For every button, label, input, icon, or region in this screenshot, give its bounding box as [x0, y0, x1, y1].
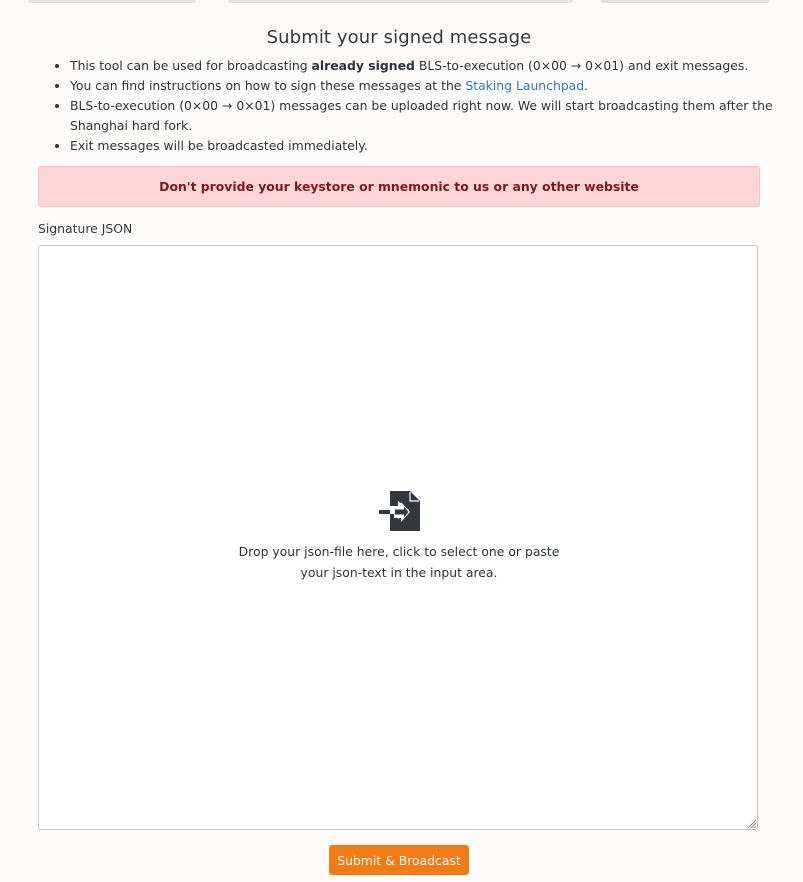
info-item-broadcast-suffix: BLS-to-execution (0×00 → 0×01) and exit …	[414, 58, 749, 73]
dropzone-text-line1: Drop your json-file here, click to selec…	[238, 544, 560, 559]
page-title: Submit your signed message	[266, 27, 532, 48]
info-item-broadcast-prefix: This tool can be used for broadcasting	[70, 58, 312, 73]
top-tab-middle[interactable]	[228, 0, 573, 3]
info-item-broadcast: This tool can be used for broadcasting a…	[70, 56, 790, 76]
signature-json-label: Signature JSON	[38, 221, 133, 236]
signature-json-dropzone[interactable]: Drop your json-file here, click to selec…	[38, 245, 758, 830]
info-item-broadcast-bold: already signed	[311, 58, 415, 73]
submit-broadcast-button[interactable]: Submit & Broadcast	[329, 845, 469, 875]
file-import-icon	[379, 491, 420, 531]
warning-alert-text: Don't provide your keystore or mnemonic …	[159, 179, 639, 194]
staking-launchpad-link[interactable]: Staking Launchpad	[465, 78, 584, 93]
info-item-bls: BLS-to-execution (0×00 → 0×01) messages …	[70, 96, 790, 136]
info-list: This tool can be used for broadcasting a…	[52, 56, 790, 156]
info-item-instructions-suffix: .	[584, 78, 589, 93]
top-tabs	[0, 0, 803, 4]
info-item-instructions: You can find instructions on how to sign…	[70, 76, 790, 96]
resize-handle-icon[interactable]	[746, 818, 756, 828]
dropzone-instructions: Drop your json-file here, click to selec…	[199, 542, 599, 583]
info-item-exit: Exit messages will be broadcasted immedi…	[70, 136, 790, 156]
info-item-instructions-prefix: You can find instructions on how to sign…	[70, 78, 466, 93]
dropzone-text-line2: your json-text in the input area.	[300, 564, 498, 580]
warning-alert: Don't provide your keystore or mnemonic …	[38, 166, 760, 207]
top-tab-right[interactable]	[600, 0, 770, 3]
top-tab-left[interactable]	[28, 0, 196, 3]
